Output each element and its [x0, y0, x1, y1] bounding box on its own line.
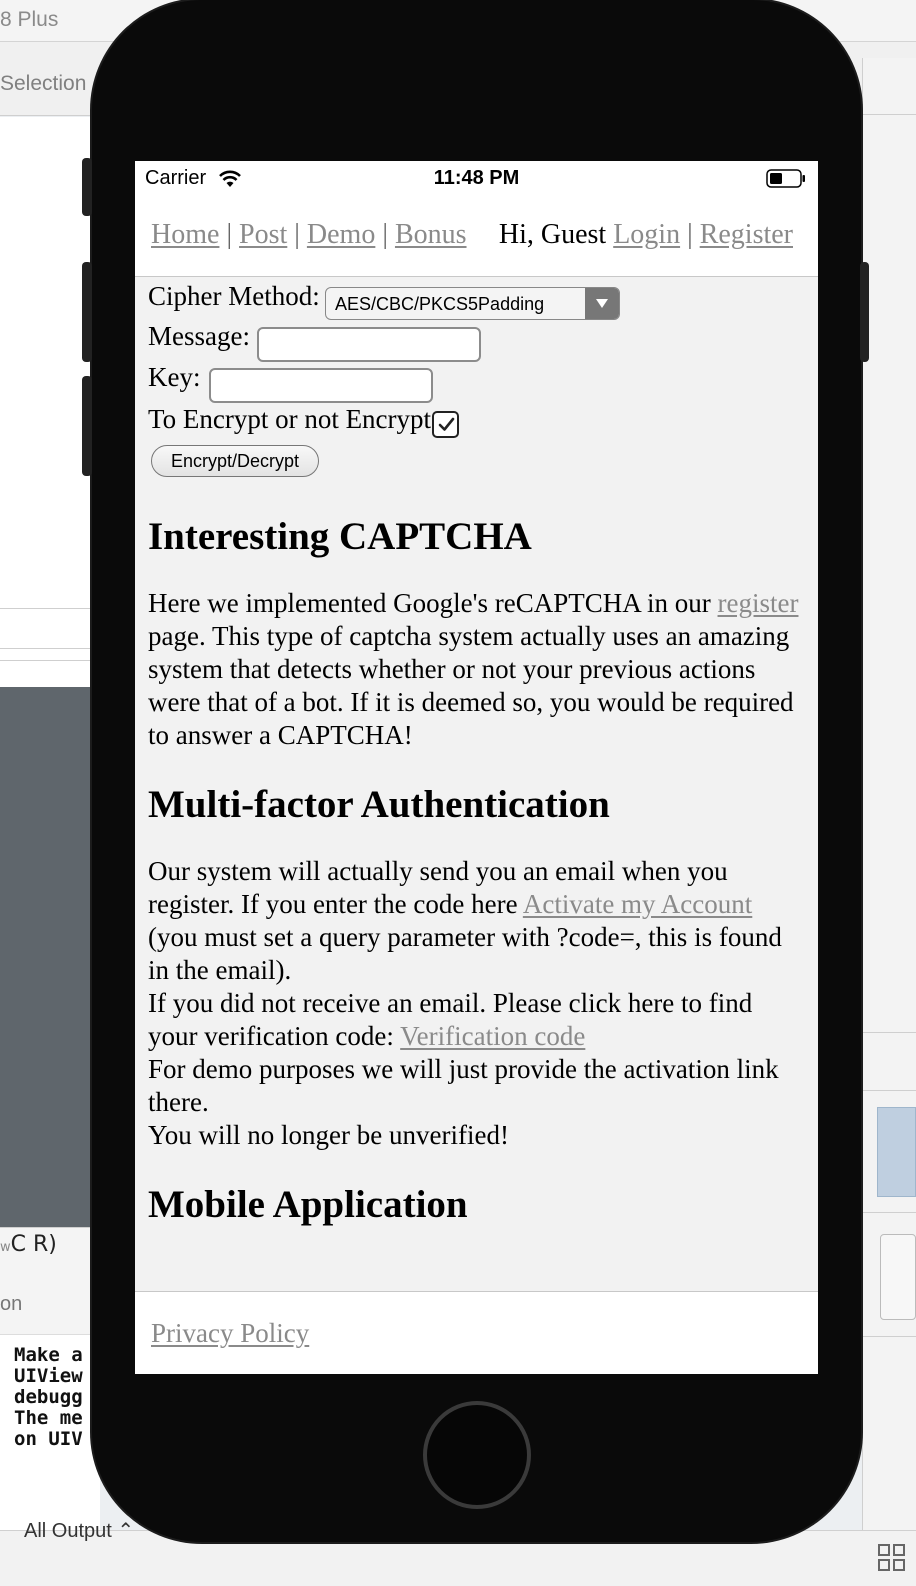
ide-divider — [862, 1212, 916, 1213]
nav-post-link[interactable]: Post — [239, 219, 287, 250]
ide-shortcut-label: C R) — [10, 1232, 57, 1257]
nav-separator: | — [294, 219, 300, 250]
ide-shortcut-text: wC R) — [0, 1232, 57, 1257]
mfa-heading: Multi-factor Authentication — [148, 783, 610, 826]
ide-section-label: on — [0, 1293, 23, 1315]
volume-up-button — [82, 262, 92, 362]
ide-divider — [0, 648, 100, 649]
key-row: Key: — [148, 362, 808, 404]
site-nav: Home | Post | Demo | Bonus Hi, Guest Log… — [135, 199, 818, 277]
home-button[interactable] — [423, 1401, 531, 1509]
cipher-row: Cipher Method: AES/CBC/PKCS5Padding — [148, 281, 808, 321]
verification-code-link[interactable]: Verification code — [400, 1021, 585, 1051]
captcha-text: page. This type of captcha system actual… — [148, 621, 794, 750]
chevron-down-icon — [585, 288, 619, 319]
ide-window-title: 8 Plus — [0, 8, 59, 31]
nav-separator: | — [687, 219, 693, 250]
ide-console[interactable]: Make a UIView debugg The me on UIV — [0, 1334, 100, 1530]
nav-separator: | — [226, 219, 233, 250]
console-line: UIView — [14, 1365, 83, 1387]
ide-divider — [862, 1090, 916, 1091]
site-footer: Privacy Policy — [135, 1291, 818, 1374]
mfa-text: For demo purposes we will just provide t… — [148, 1054, 779, 1117]
activate-account-link[interactable]: Activate my Account — [523, 889, 752, 919]
console-line: debugg — [14, 1386, 83, 1408]
volume-down-button — [82, 376, 92, 476]
nav-demo-link[interactable]: Demo — [307, 219, 375, 250]
nav-home-link[interactable]: Home — [151, 219, 219, 250]
encrypt-checkbox[interactable] — [432, 411, 459, 438]
ide-library-item[interactable] — [880, 1234, 916, 1320]
cipher-selected-value: AES/CBC/PKCS5Padding — [335, 294, 545, 314]
submit-row: Encrypt/Decrypt — [148, 440, 808, 486]
key-label: Key: — [148, 362, 201, 392]
captcha-paragraph: Here we implemented Google's reCAPTCHA i… — [148, 587, 808, 752]
checkmark-icon — [438, 417, 455, 431]
ide-divider — [862, 1032, 916, 1033]
ide-divider — [862, 114, 916, 115]
grid-view-icon[interactable] — [878, 1544, 906, 1572]
register-link[interactable]: Register — [700, 219, 793, 250]
key-input[interactable] — [209, 368, 433, 403]
user-greeting: Hi, Guest — [498, 219, 607, 250]
ide-selection-label[interactable]: Selection — [0, 72, 86, 96]
phone-screen: Carrier 11:48 PM Home | Post | Demo | Bo… — [135, 161, 818, 1374]
status-bar: Carrier 11:48 PM — [135, 161, 818, 199]
captcha-text: Here we implemented Google's reCAPTCHA i… — [148, 588, 718, 618]
ide-library-tile[interactable] — [877, 1107, 916, 1197]
mobile-heading: Mobile Application — [148, 1183, 468, 1226]
nav-separator: | — [382, 219, 388, 250]
nav-links: Home | Post | Demo | Bonus — [151, 219, 467, 251]
captcha-heading: Interesting CAPTCHA — [148, 515, 532, 558]
ide-divider — [0, 608, 100, 609]
ide-canvas-area — [0, 687, 100, 1227]
main-content: Cipher Method: AES/CBC/PKCS5Padding Mess… — [148, 281, 808, 1227]
cipher-method-select[interactable]: AES/CBC/PKCS5Padding — [325, 287, 620, 320]
captcha-register-link[interactable]: register — [718, 588, 799, 618]
console-line: on UIV — [14, 1428, 83, 1450]
console-line: Make a — [14, 1344, 83, 1366]
encrypt-row: To Encrypt or not Encrypt — [148, 404, 808, 440]
message-input[interactable] — [257, 327, 481, 362]
ide-divider — [0, 660, 100, 661]
message-row: Message: — [148, 321, 808, 362]
encrypt-label: To Encrypt or not Encrypt — [148, 404, 432, 434]
login-link[interactable]: Login — [613, 219, 680, 250]
nav-bonus-link[interactable]: Bonus — [395, 219, 467, 250]
mfa-paragraph: Our system will actually send you an ema… — [148, 855, 808, 1152]
mfa-text: You will no longer be unverified! — [148, 1120, 509, 1150]
ide-divider — [862, 1336, 916, 1337]
console-line: The me — [14, 1407, 83, 1429]
battery-icon — [766, 169, 805, 188]
clock: 11:48 PM — [433, 167, 520, 189]
message-label: Message: — [148, 321, 250, 351]
nav-account: Hi, Guest Login | Register — [499, 219, 793, 251]
output-filter-select[interactable]: All Output ⌃ — [24, 1518, 134, 1543]
cipher-label: Cipher Method: — [148, 281, 320, 311]
mute-switch — [82, 158, 92, 216]
privacy-policy-link[interactable]: Privacy Policy — [151, 1318, 309, 1349]
mfa-text: (you must set a query parameter with ?co… — [148, 922, 782, 985]
power-button — [860, 262, 869, 362]
encrypt-decrypt-button[interactable]: Encrypt/Decrypt — [151, 445, 319, 477]
